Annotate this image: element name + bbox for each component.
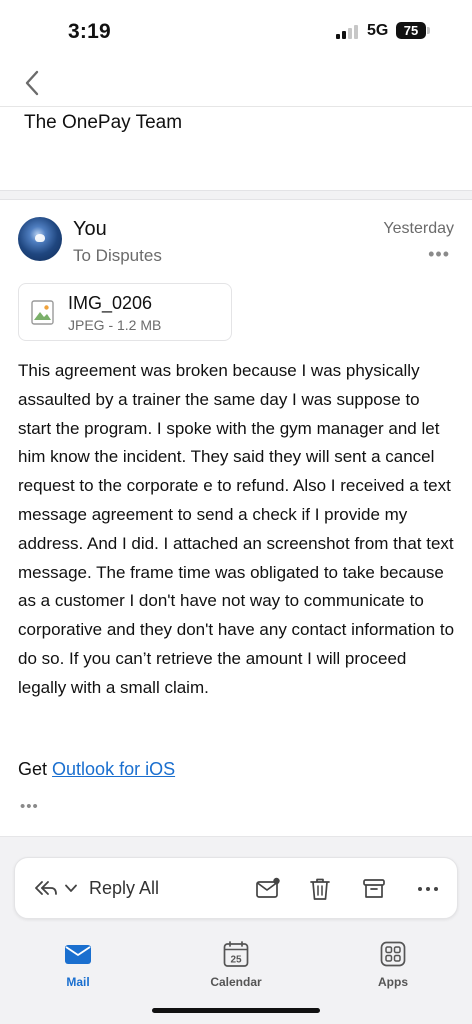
calendar-icon: 25 [223, 941, 249, 967]
tab-mail-label: Mail [66, 975, 90, 989]
more-actions-icon[interactable] [415, 876, 441, 902]
reply-all-button[interactable]: Reply All [89, 878, 159, 899]
status-bar: 3:19 5G 75 [0, 0, 472, 62]
reply-action-bar: Reply All [14, 857, 458, 919]
attachment-meta: JPEG - 1.2 MB [68, 317, 162, 333]
show-quoted-text-icon[interactable]: ••• [20, 798, 39, 815]
reply-all-icon[interactable] [34, 878, 58, 898]
tab-calendar-label: Calendar [210, 975, 262, 989]
tab-apps-label: Apps [378, 975, 408, 989]
tab-apps[interactable]: Apps [348, 940, 438, 996]
home-indicator[interactable] [152, 1008, 320, 1013]
status-time: 3:19 [68, 20, 111, 43]
tab-mail[interactable]: Mail [33, 940, 123, 996]
chevron-left-icon [25, 70, 39, 96]
email-signature: Get Outlook for iOS [18, 759, 175, 780]
image-file-icon [31, 300, 54, 325]
recipient-line[interactable]: To Disputes [73, 246, 162, 266]
previous-message-signature: The OnePay Team [24, 112, 183, 133]
calendar-day: 25 [230, 955, 242, 966]
signal-strength-icon [336, 25, 360, 39]
mark-unread-icon[interactable] [255, 876, 281, 902]
attachment-card[interactable]: IMG_0206 JPEG - 1.2 MB [18, 283, 232, 341]
sender-name: You [73, 218, 107, 240]
apps-icon [380, 941, 406, 967]
network-type: 5G [367, 22, 389, 39]
back-button[interactable] [20, 68, 48, 98]
battery-tip [427, 27, 430, 34]
tab-calendar[interactable]: 25 Calendar [191, 940, 281, 996]
battery-icon: 75 [396, 22, 426, 39]
attachment-name: IMG_0206 [68, 293, 153, 313]
outlook-ios-link[interactable]: Outlook for iOS [52, 759, 175, 779]
chevron-down-icon[interactable] [65, 884, 77, 893]
archive-icon[interactable] [361, 876, 387, 902]
divider [0, 106, 472, 107]
mail-icon [65, 945, 91, 964]
avatar[interactable] [18, 217, 62, 261]
message-date: Yesterday [383, 220, 454, 237]
message-body: This agreement was broken because I was … [18, 361, 455, 697]
message-separator [0, 190, 472, 200]
more-options-icon[interactable]: ••• [428, 244, 450, 265]
signature-prefix: Get [18, 759, 48, 779]
trash-icon[interactable] [307, 876, 333, 902]
